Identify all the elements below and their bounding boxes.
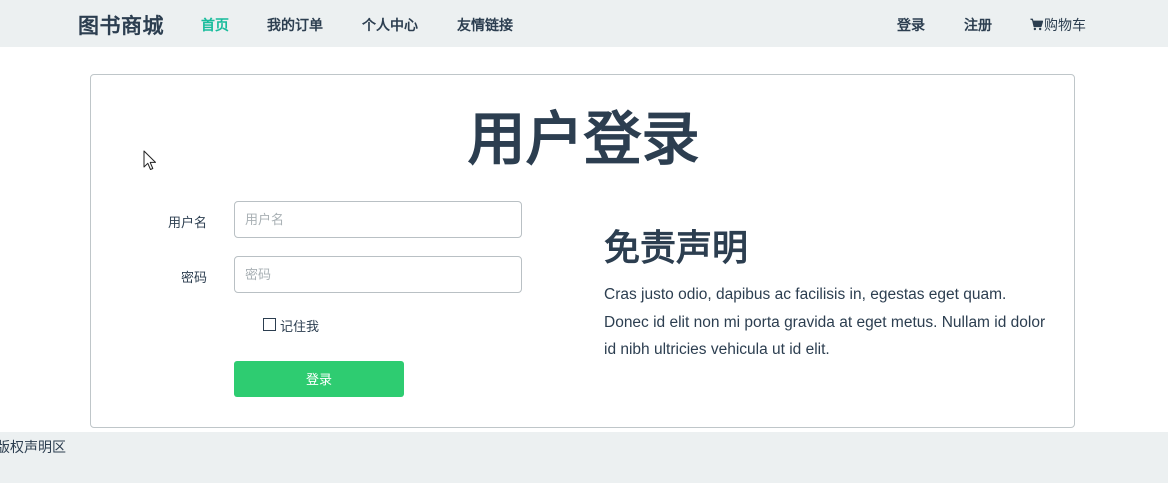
mouse-pointer-icon bbox=[143, 150, 156, 170]
remember-me-label[interactable]: 记住我 bbox=[280, 316, 319, 335]
nav-link-profile[interactable]: 个人中心 bbox=[362, 15, 418, 35]
username-input[interactable] bbox=[234, 201, 522, 238]
remember-me-row[interactable]: 记住我 bbox=[263, 316, 319, 335]
nav-link-login[interactable]: 登录 bbox=[897, 15, 925, 35]
password-label: 密码 bbox=[180, 270, 207, 285]
nav-link-home[interactable]: 首页 bbox=[201, 15, 229, 35]
remember-me-checkbox[interactable] bbox=[263, 318, 276, 331]
nav-link-register[interactable]: 注册 bbox=[964, 15, 992, 35]
shopping-cart-icon bbox=[1030, 18, 1043, 31]
password-input[interactable] bbox=[234, 256, 522, 293]
disclaimer-title: 免责声明 bbox=[604, 227, 749, 268]
copyright-text: 版权声明区 bbox=[0, 439, 66, 455]
disclaimer-text: Cras justo odio, dapibus ac facilisis in… bbox=[604, 286, 1046, 358]
footer: 版权声明区 bbox=[0, 432, 1168, 483]
page-title: 用户登录 bbox=[467, 107, 700, 172]
username-label: 用户名 bbox=[167, 215, 207, 230]
nav-link-orders[interactable]: 我的订单 bbox=[267, 15, 323, 35]
brand-logo[interactable]: 图书商城 bbox=[78, 10, 164, 40]
login-submit-button[interactable]: 登录 bbox=[234, 361, 404, 397]
nav-link-friends[interactable]: 友情链接 bbox=[457, 15, 513, 35]
nav-link-cart[interactable]: 购物车 bbox=[1030, 15, 1086, 35]
login-card: 用户登录 用户名 密码 记住我 登录 免责声明 Cras justo odio,… bbox=[90, 74, 1075, 428]
top-navbar: 图书商城 首页 我的订单 个人中心 友情链接 登录 注册 购物车 bbox=[0, 0, 1168, 47]
cart-label: 购物车 bbox=[1044, 17, 1086, 33]
